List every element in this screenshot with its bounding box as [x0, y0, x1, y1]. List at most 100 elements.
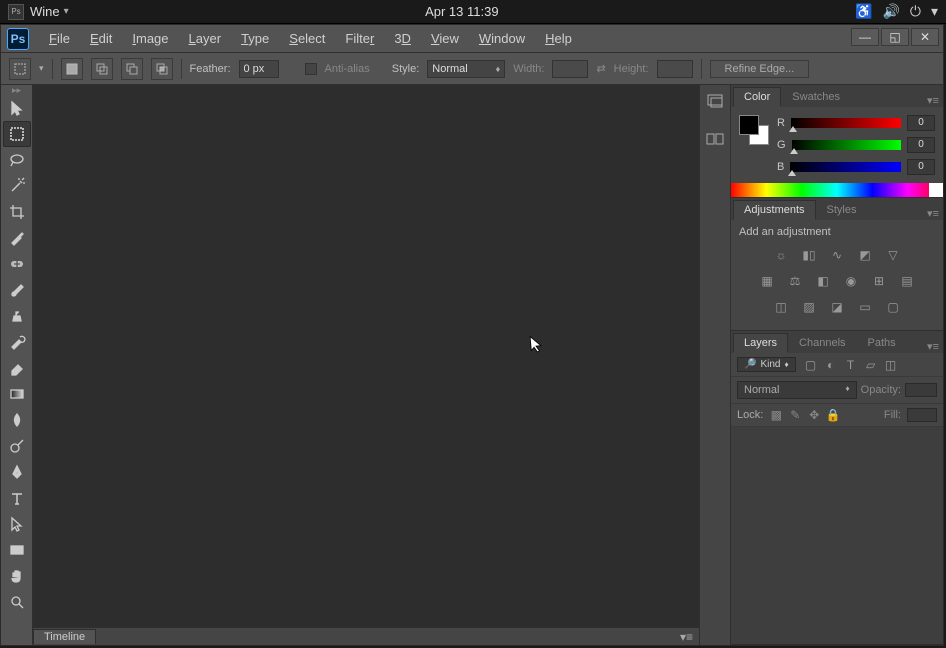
accessibility-icon[interactable]: ♿ — [855, 3, 872, 20]
menu-image[interactable]: Image — [122, 27, 178, 50]
adjustments-panel-tab[interactable]: Adjustments — [733, 200, 816, 220]
hand-tool[interactable] — [3, 563, 31, 589]
layers-panel-menu-icon[interactable]: ▾≡ — [927, 340, 939, 353]
layers-panel-tab[interactable]: Layers — [733, 333, 788, 353]
adj-lookup-icon[interactable]: ▤ — [898, 272, 916, 290]
brush-tool[interactable] — [3, 277, 31, 303]
antialias-checkbox[interactable] — [305, 63, 317, 75]
filter-pixel-icon[interactable]: ▢ — [804, 358, 818, 372]
path-selection-tool[interactable] — [3, 511, 31, 537]
adj-levels-icon[interactable]: ▮▯ — [800, 246, 818, 264]
type-tool[interactable] — [3, 485, 31, 511]
dodge-tool[interactable] — [3, 433, 31, 459]
menu-type[interactable]: Type — [231, 27, 279, 50]
marquee-tool[interactable] — [3, 121, 31, 147]
adj-brightness-icon[interactable]: ☼ — [772, 246, 790, 264]
adj-threshold-icon[interactable]: ◪ — [828, 298, 846, 316]
foreground-color-swatch[interactable] — [739, 115, 759, 135]
opacity-input[interactable] — [905, 383, 937, 397]
tool-preset-dropdown-icon[interactable]: ▾ — [39, 63, 44, 74]
lock-pixels-icon[interactable]: ✎ — [788, 408, 802, 422]
subtract-from-selection-button[interactable] — [121, 58, 143, 80]
clone-stamp-tool[interactable] — [3, 303, 31, 329]
styles-panel-tab[interactable]: Styles — [816, 200, 868, 220]
minimize-button[interactable]: — — [851, 28, 879, 46]
color-panel-menu-icon[interactable]: ▾≡ — [927, 94, 939, 107]
adj-curves-icon[interactable]: ∿ — [828, 246, 846, 264]
timeline-menu-icon[interactable]: ▾≡ — [680, 630, 693, 644]
filter-smart-icon[interactable]: ◫ — [884, 358, 898, 372]
adj-gradient-map-icon[interactable]: ▭ — [856, 298, 874, 316]
menu-view[interactable]: View — [421, 27, 469, 50]
blend-mode-select[interactable]: Normal♦ — [737, 381, 857, 399]
feather-input[interactable] — [239, 60, 279, 78]
canvas-workspace[interactable]: Timeline ▾≡ — [33, 85, 699, 645]
adj-posterize-icon[interactable]: ▨ — [800, 298, 818, 316]
menu-filter[interactable]: Filter — [335, 27, 384, 50]
b-value[interactable]: 0 — [907, 159, 935, 175]
intersect-selection-button[interactable] — [151, 58, 173, 80]
channels-panel-tab[interactable]: Channels — [788, 333, 856, 353]
history-brush-tool[interactable] — [3, 329, 31, 355]
lock-all-icon[interactable]: 🔒 — [826, 408, 840, 422]
blur-tool[interactable] — [3, 407, 31, 433]
power-icon[interactable]: ⏻ — [910, 3, 921, 20]
toolbox-collapse-icon[interactable]: ▸▸ — [1, 85, 32, 95]
menu-layer[interactable]: Layer — [179, 27, 232, 50]
swatches-panel-tab[interactable]: Swatches — [781, 87, 851, 107]
adj-bw-icon[interactable]: ◧ — [814, 272, 832, 290]
tray-dropdown-icon[interactable]: ▾ — [931, 3, 938, 20]
g-slider[interactable] — [792, 140, 901, 150]
rectangle-tool[interactable] — [3, 537, 31, 563]
swap-dimensions-icon[interactable]: ⇄ — [596, 62, 605, 75]
adj-hue-icon[interactable]: ▦ — [758, 272, 776, 290]
menu-help[interactable]: Help — [535, 27, 582, 50]
color-ramp[interactable] — [731, 183, 943, 197]
eraser-tool[interactable] — [3, 355, 31, 381]
paths-panel-tab[interactable]: Paths — [857, 333, 907, 353]
refine-edge-button[interactable]: Refine Edge... — [710, 60, 810, 78]
close-button[interactable]: ✕ — [911, 28, 939, 46]
g-value[interactable]: 0 — [907, 137, 935, 153]
lock-transparency-icon[interactable]: ▩ — [769, 408, 783, 422]
mini-properties-icon[interactable] — [703, 129, 727, 149]
color-panel-tab[interactable]: Color — [733, 87, 781, 107]
layer-list[interactable] — [731, 427, 943, 644]
fill-input[interactable] — [907, 408, 937, 422]
tool-preset-button[interactable] — [9, 58, 31, 80]
lasso-tool[interactable] — [3, 147, 31, 173]
adj-channel-mixer-icon[interactable]: ⊞ — [870, 272, 888, 290]
style-select[interactable]: Normal♦ — [427, 60, 505, 78]
adj-balance-icon[interactable]: ⚖ — [786, 272, 804, 290]
healing-brush-tool[interactable] — [3, 251, 31, 277]
mini-history-icon[interactable] — [703, 91, 727, 111]
add-to-selection-button[interactable] — [91, 58, 113, 80]
crop-tool[interactable] — [3, 199, 31, 225]
zoom-tool[interactable] — [3, 589, 31, 615]
magic-wand-tool[interactable] — [3, 173, 31, 199]
menu-edit[interactable]: Edit — [80, 27, 122, 50]
pen-tool[interactable] — [3, 459, 31, 485]
timeline-panel-tab[interactable]: Timeline — [33, 629, 96, 644]
adjustments-panel-menu-icon[interactable]: ▾≡ — [927, 207, 939, 220]
gradient-tool[interactable] — [3, 381, 31, 407]
filter-adjustment-icon[interactable]: ◐ — [824, 358, 838, 372]
adj-exposure-icon[interactable]: ◩ — [856, 246, 874, 264]
move-tool[interactable] — [3, 95, 31, 121]
layer-filter-kind-select[interactable]: 🔎 Kind ♦ — [737, 357, 796, 372]
volume-icon[interactable]: 🔊 — [882, 3, 899, 20]
menu-select[interactable]: Select — [279, 27, 335, 50]
menu-window[interactable]: Window — [469, 27, 535, 50]
maximize-button[interactable]: ◱ — [881, 28, 909, 46]
filter-type-icon[interactable]: T — [844, 358, 858, 372]
running-app-title[interactable]: Wine — [30, 4, 60, 19]
adj-invert-icon[interactable]: ◫ — [772, 298, 790, 316]
filter-shape-icon[interactable]: ▱ — [864, 358, 878, 372]
r-value[interactable]: 0 — [907, 115, 935, 131]
menu-file[interactable]: File — [39, 27, 80, 50]
adj-vibrance-icon[interactable]: ▽ — [884, 246, 902, 264]
b-slider[interactable] — [790, 162, 901, 172]
lock-position-icon[interactable]: ✥ — [807, 408, 821, 422]
adj-photo-filter-icon[interactable]: ◉ — [842, 272, 860, 290]
new-selection-button[interactable] — [61, 58, 83, 80]
